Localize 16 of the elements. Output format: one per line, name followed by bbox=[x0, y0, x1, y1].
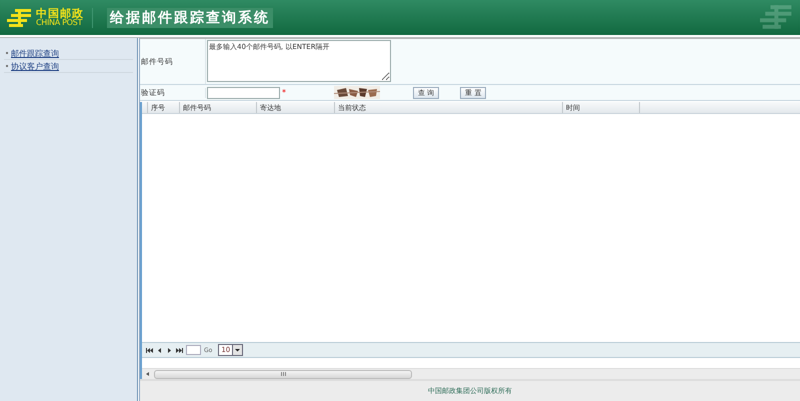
logo-icon bbox=[7, 8, 33, 28]
sidebar-link[interactable]: 邮件跟踪查询 bbox=[11, 48, 59, 58]
page-number-field[interactable] bbox=[186, 345, 201, 355]
next-page-icon[interactable] bbox=[166, 348, 173, 352]
previous-page-icon[interactable] bbox=[156, 348, 163, 352]
required-mark: * bbox=[282, 88, 286, 97]
scrollbar-thumb[interactable] bbox=[154, 370, 412, 378]
app-title: 给据邮件跟踪查询系统 bbox=[107, 8, 273, 28]
logo-text: 中国邮政 bbox=[36, 8, 84, 19]
captcha-field[interactable] bbox=[207, 86, 280, 98]
logo-text: CHINA POST bbox=[36, 19, 82, 27]
scroll-left-icon[interactable] bbox=[145, 371, 151, 377]
last-page-icon[interactable] bbox=[176, 348, 183, 352]
dropdown-icon bbox=[232, 345, 242, 355]
sidebar-link[interactable]: 协议客户查询 bbox=[11, 60, 59, 72]
first-page-icon[interactable] bbox=[146, 348, 153, 352]
